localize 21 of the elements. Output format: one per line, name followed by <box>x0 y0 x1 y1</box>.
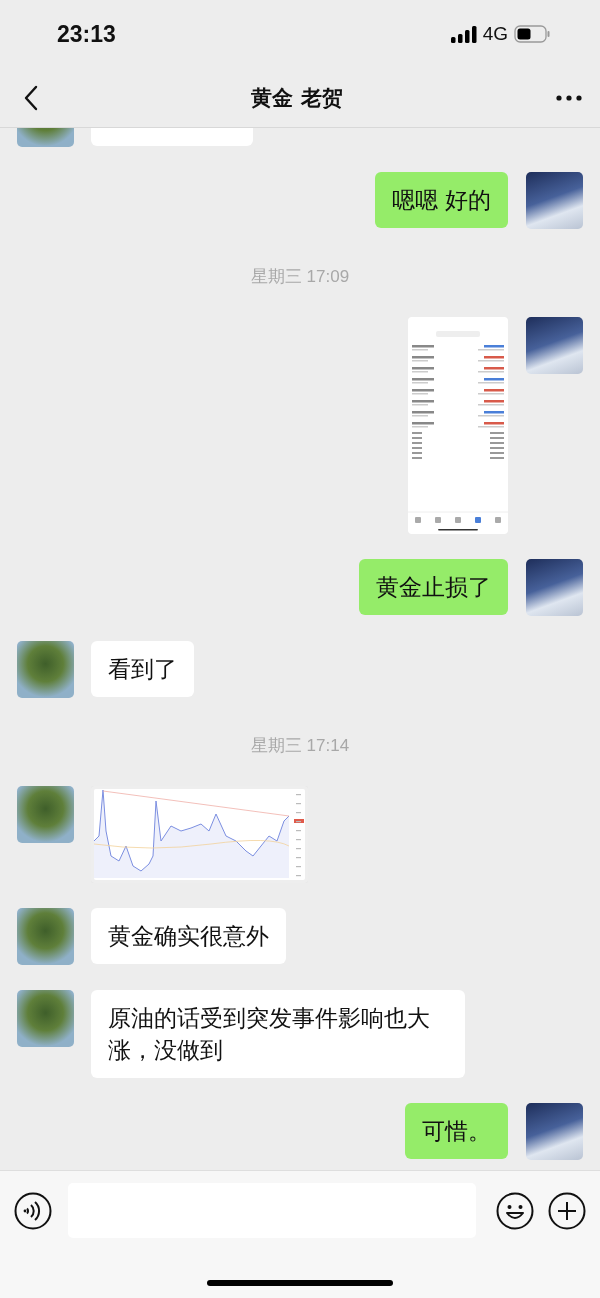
signal-icon <box>450 25 477 43</box>
back-icon[interactable] <box>24 84 38 111</box>
message-bubble[interactable]: 看到了 <box>91 641 194 697</box>
plus-icon[interactable] <box>548 1191 586 1230</box>
network-label: 4G <box>482 23 508 45</box>
more-icon[interactable] <box>556 94 582 101</box>
avatar-photo[interactable] <box>526 1103 583 1160</box>
message-bubble[interactable]: 嗯嗯 好的 <box>374 172 508 228</box>
message-bubble[interactable]: 可惜。 <box>405 1103 508 1159</box>
message-bubble[interactable]: 黄金确实很意外 <box>91 908 286 964</box>
message-bubble[interactable]: 黄金止损了 <box>359 559 508 615</box>
avatar-photo[interactable] <box>526 172 583 229</box>
avatar-photo[interactable] <box>526 559 583 616</box>
voice-icon[interactable] <box>14 1191 52 1230</box>
chat-title: 黄金 老贺 <box>251 84 343 112</box>
avatar-photo[interactable] <box>526 317 583 374</box>
emoji-icon[interactable] <box>496 1191 534 1230</box>
status-time: 23:13 <box>57 20 116 48</box>
app-screenshot-drawing[interactable] <box>408 317 508 534</box>
battery-icon <box>514 25 550 43</box>
message-bubble[interactable]: 原油的话受到突发事件影响也大涨，没做到 <box>91 990 465 1078</box>
